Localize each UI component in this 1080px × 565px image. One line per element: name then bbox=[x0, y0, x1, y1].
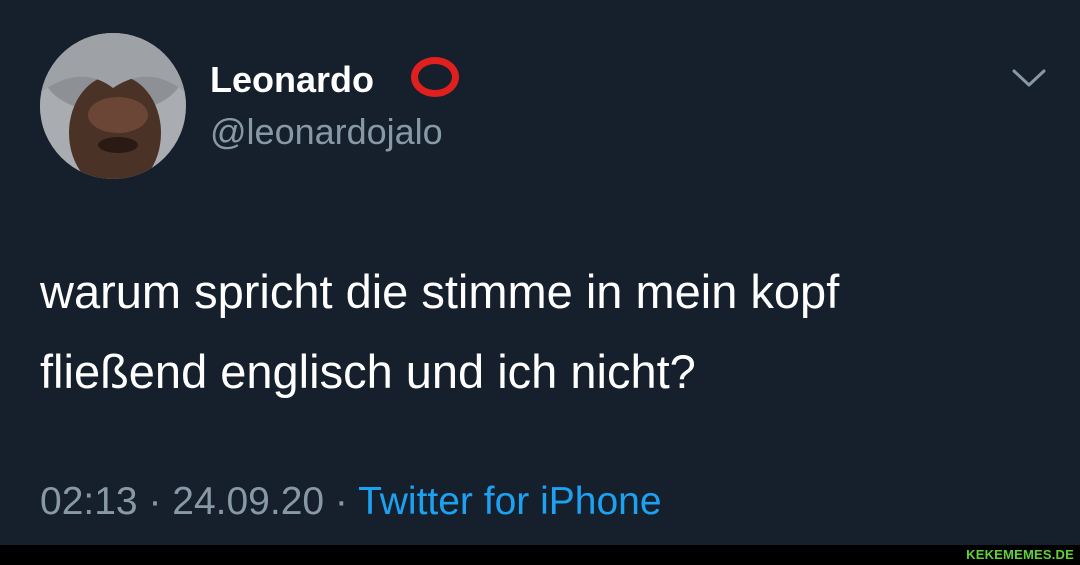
tweet-meta: 02:13 · 24.09.20 · Twitter for iPhone bbox=[40, 479, 662, 525]
user-handle[interactable]: @leonardojalo bbox=[210, 110, 443, 154]
tweet-date[interactable]: 24.09.20 bbox=[172, 480, 324, 523]
tweet-text: warum spricht die stimme in mein kopf fl… bbox=[40, 252, 1060, 412]
chevron-down-icon[interactable] bbox=[1011, 66, 1047, 90]
tweet-text-line: warum spricht die stimme in mein kopf bbox=[40, 265, 840, 318]
tweet-source-link[interactable]: Twitter for iPhone bbox=[358, 480, 661, 523]
meta-separator: · bbox=[324, 480, 359, 523]
footer-bar bbox=[0, 545, 1080, 565]
avatar[interactable] bbox=[40, 33, 186, 179]
red-circle-icon bbox=[411, 57, 459, 97]
avatar-image bbox=[40, 33, 186, 179]
watermark: KEKEMEMES.DE bbox=[966, 547, 1074, 562]
tweet-card: Leonardo @leonardojalo warum spricht die… bbox=[0, 0, 1080, 545]
display-name[interactable]: Leonardo bbox=[210, 58, 374, 102]
meta-separator: · bbox=[137, 480, 173, 523]
tweet-time[interactable]: 02:13 bbox=[40, 480, 138, 523]
tweet-text-line: fließend englisch und ich nicht? bbox=[40, 345, 696, 398]
